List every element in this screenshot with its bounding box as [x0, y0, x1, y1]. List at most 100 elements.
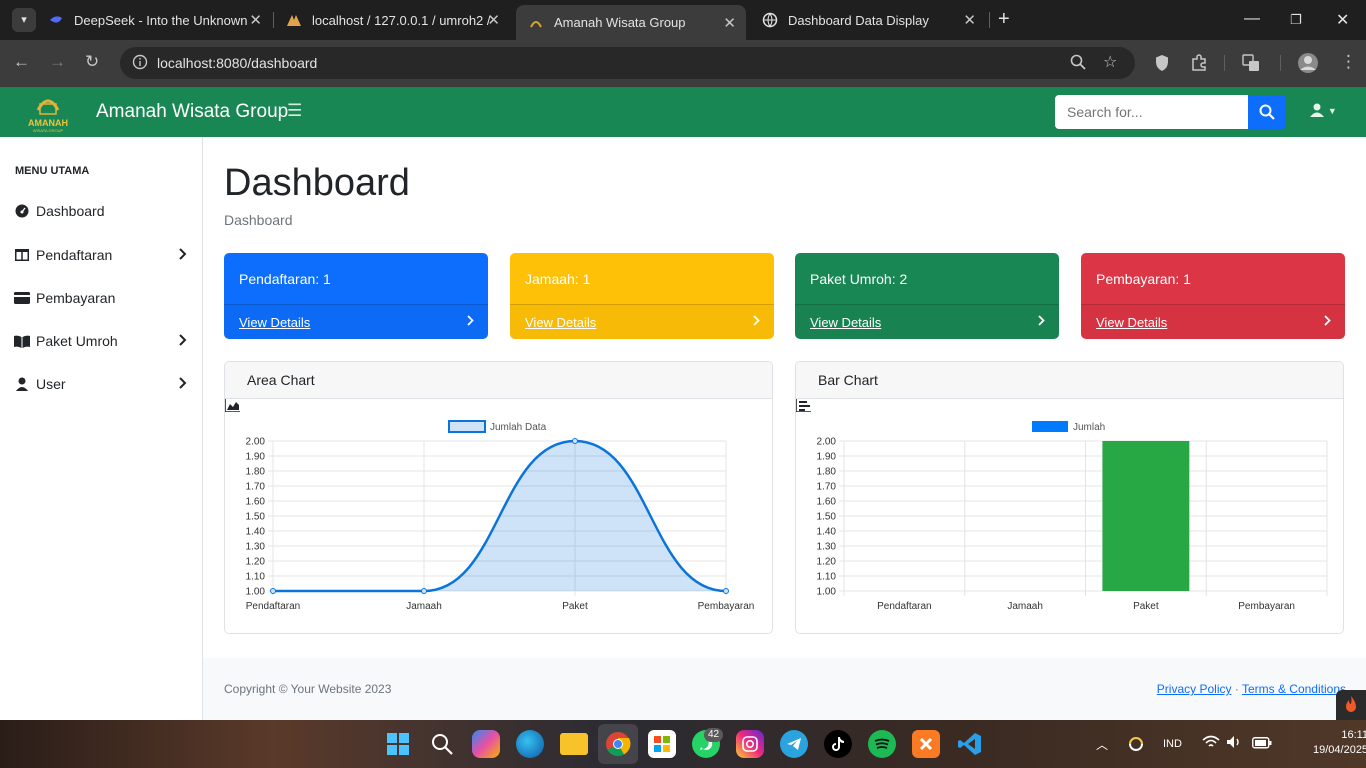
card-footer: View Details: [1081, 304, 1345, 339]
clock-date: 19/04/2025: [1313, 744, 1366, 756]
extensions-icon[interactable]: [1190, 54, 1208, 76]
new-tab-icon[interactable]: +: [998, 8, 1010, 31]
tab-search-dropdown-icon[interactable]: ▾: [12, 8, 36, 32]
spotify-icon[interactable]: [868, 730, 896, 758]
battery-icon[interactable]: [1252, 737, 1272, 752]
footer-links: Privacy Policy · Terms & Conditions: [1157, 682, 1346, 696]
sidebar-item-pembayaran[interactable]: Pembayaran: [14, 287, 189, 309]
credit-card-icon: [14, 292, 30, 304]
site-info-icon[interactable]: [132, 54, 148, 75]
shield-extension-icon[interactable]: [1154, 54, 1170, 76]
file-explorer-icon[interactable]: [560, 733, 588, 755]
bar-chart-header: Bar Chart: [796, 362, 1343, 412]
close-window-icon[interactable]: ✕: [1336, 10, 1349, 30]
bar-chart-title: Bar Chart: [818, 372, 878, 388]
close-tab-icon[interactable]: ✕: [723, 14, 736, 32]
y-tick-label: 1.20: [246, 557, 266, 568]
toolbar-divider: [1224, 55, 1225, 71]
card-title: Paket Umroh: 2: [810, 271, 908, 287]
chevron-right-icon: [1324, 313, 1331, 329]
wifi-icon[interactable]: [1202, 735, 1220, 752]
chevron-right-icon: [467, 313, 474, 329]
windows-taskbar: 42: [0, 720, 1366, 768]
telegram-icon[interactable]: [780, 730, 808, 758]
forward-icon[interactable]: →: [49, 52, 66, 72]
tab-amanah-active[interactable]: Amanah Wisata Group ✕: [516, 5, 746, 40]
tab-dashboard-data-display[interactable]: Dashboard Data Display ✕: [750, 5, 986, 35]
chevron-right-icon: [179, 333, 187, 349]
copyright-text: Copyright © Your Website 2023: [224, 682, 392, 696]
sidebar-item-label: Pendaftaran: [36, 247, 113, 263]
sidebar-item-paket-umroh[interactable]: Paket Umroh: [14, 330, 189, 352]
tiktok-icon[interactable]: [824, 730, 852, 758]
restore-icon[interactable]: ❐: [1290, 12, 1302, 28]
language-indicator[interactable]: IND: [1163, 738, 1182, 750]
flame-widget-icon[interactable]: [1336, 690, 1366, 720]
card-footer: View Details: [224, 304, 488, 339]
view-details-link[interactable]: View Details: [239, 315, 310, 330]
system-clock[interactable]: 16:11 19/04/2025: [1313, 728, 1366, 758]
x-tick-label: Pendaftaran: [246, 601, 301, 612]
search-input[interactable]: [1055, 95, 1249, 129]
back-icon[interactable]: ←: [13, 52, 30, 72]
close-tab-icon[interactable]: ✕: [963, 11, 976, 29]
browser-menu-icon[interactable]: ⋮: [1340, 52, 1357, 72]
show-hidden-icons-icon[interactable]: ︿: [1096, 736, 1108, 753]
reload-icon[interactable]: ↻: [85, 52, 99, 72]
translate-icon[interactable]: [1242, 54, 1260, 76]
sync-status-icon[interactable]: [1127, 735, 1145, 756]
y-tick-label: 1.10: [817, 572, 837, 583]
view-details-link[interactable]: View Details: [1096, 315, 1167, 330]
windows-start-icon[interactable]: [384, 730, 412, 758]
close-tab-icon[interactable]: ✕: [487, 11, 500, 29]
volume-icon[interactable]: [1226, 735, 1242, 752]
brand-logo[interactable]: AMANAH WISATA GROUP: [24, 90, 72, 134]
sidebar-toggle-icon[interactable]: ☰: [287, 101, 302, 121]
area-chart-header: Area Chart: [225, 362, 772, 412]
instagram-icon[interactable]: [736, 730, 764, 758]
y-tick-label: 1.50: [246, 512, 266, 523]
copilot-icon[interactable]: [472, 730, 500, 758]
edge-icon[interactable]: [516, 730, 544, 758]
privacy-policy-link[interactable]: Privacy Policy: [1157, 682, 1232, 696]
sidebar-item-label: Paket Umroh: [36, 333, 118, 349]
store-icon[interactable]: [648, 730, 676, 758]
area-chart: 1.00 1.10 1.20 1.30 1.40 1.50 1.60 1.70 1.80 1.90…: [246, 420, 755, 612]
view-details-link[interactable]: View Details: [525, 315, 596, 330]
tab-deepseek[interactable]: DeepSeek - Into the Unknown ✕: [36, 5, 272, 35]
search-icon[interactable]: [428, 730, 456, 758]
zoom-icon[interactable]: [1070, 54, 1086, 75]
close-tab-icon[interactable]: ✕: [249, 11, 262, 29]
sidebar-item-pendaftaran[interactable]: Pendaftaran: [14, 244, 189, 266]
y-tick-label: 1.60: [817, 497, 837, 508]
chrome-icon: [606, 732, 631, 757]
legend-label: Jumlah Data: [490, 422, 547, 433]
tab-phpmyadmin[interactable]: localhost / 127.0.0.1 / umroh2 / ✕: [274, 5, 510, 35]
minimize-icon[interactable]: —: [1244, 10, 1260, 28]
sidebar-item-label: Pembayaran: [36, 290, 116, 306]
sidebar-item-dashboard[interactable]: Dashboard: [14, 200, 189, 222]
user-icon: [14, 377, 30, 391]
search-button[interactable]: [1248, 95, 1286, 129]
vscode-icon[interactable]: [956, 730, 984, 758]
profile-avatar-icon[interactable]: [1297, 52, 1319, 78]
legend-label: Jumlah: [1073, 422, 1105, 433]
x-tick-label: Jamaah: [1007, 601, 1043, 612]
chrome-taskbar-button[interactable]: [598, 724, 638, 764]
user-dropdown[interactable]: ▼: [1310, 103, 1337, 120]
x-tick-label: Pembayaran: [698, 601, 755, 612]
amanah-icon: [528, 15, 544, 31]
url-text: localhost:8080/dashboard: [157, 55, 318, 71]
card-pembayaran: Pembayaran: 1 View Details: [1081, 253, 1345, 339]
sidebar-item-user[interactable]: User: [14, 373, 189, 395]
terms-conditions-link[interactable]: Terms & Conditions: [1242, 682, 1346, 696]
search-icon: [1259, 104, 1275, 120]
bookmark-star-icon[interactable]: ☆: [1103, 52, 1117, 72]
y-tick-label: 1.10: [246, 572, 266, 583]
area-chart-card: Area Chart 1.00 1.10 1.20 1.30 1.40 1.50 1.60 1…: [224, 361, 773, 634]
brand-name[interactable]: Amanah Wisata Group: [96, 101, 288, 123]
view-details-link[interactable]: View Details: [810, 315, 881, 330]
xampp-icon[interactable]: [912, 730, 940, 758]
address-bar[interactable]: localhost:8080/dashboard ☆: [120, 47, 1135, 79]
x-tick-label: Pembayaran: [1238, 601, 1295, 612]
